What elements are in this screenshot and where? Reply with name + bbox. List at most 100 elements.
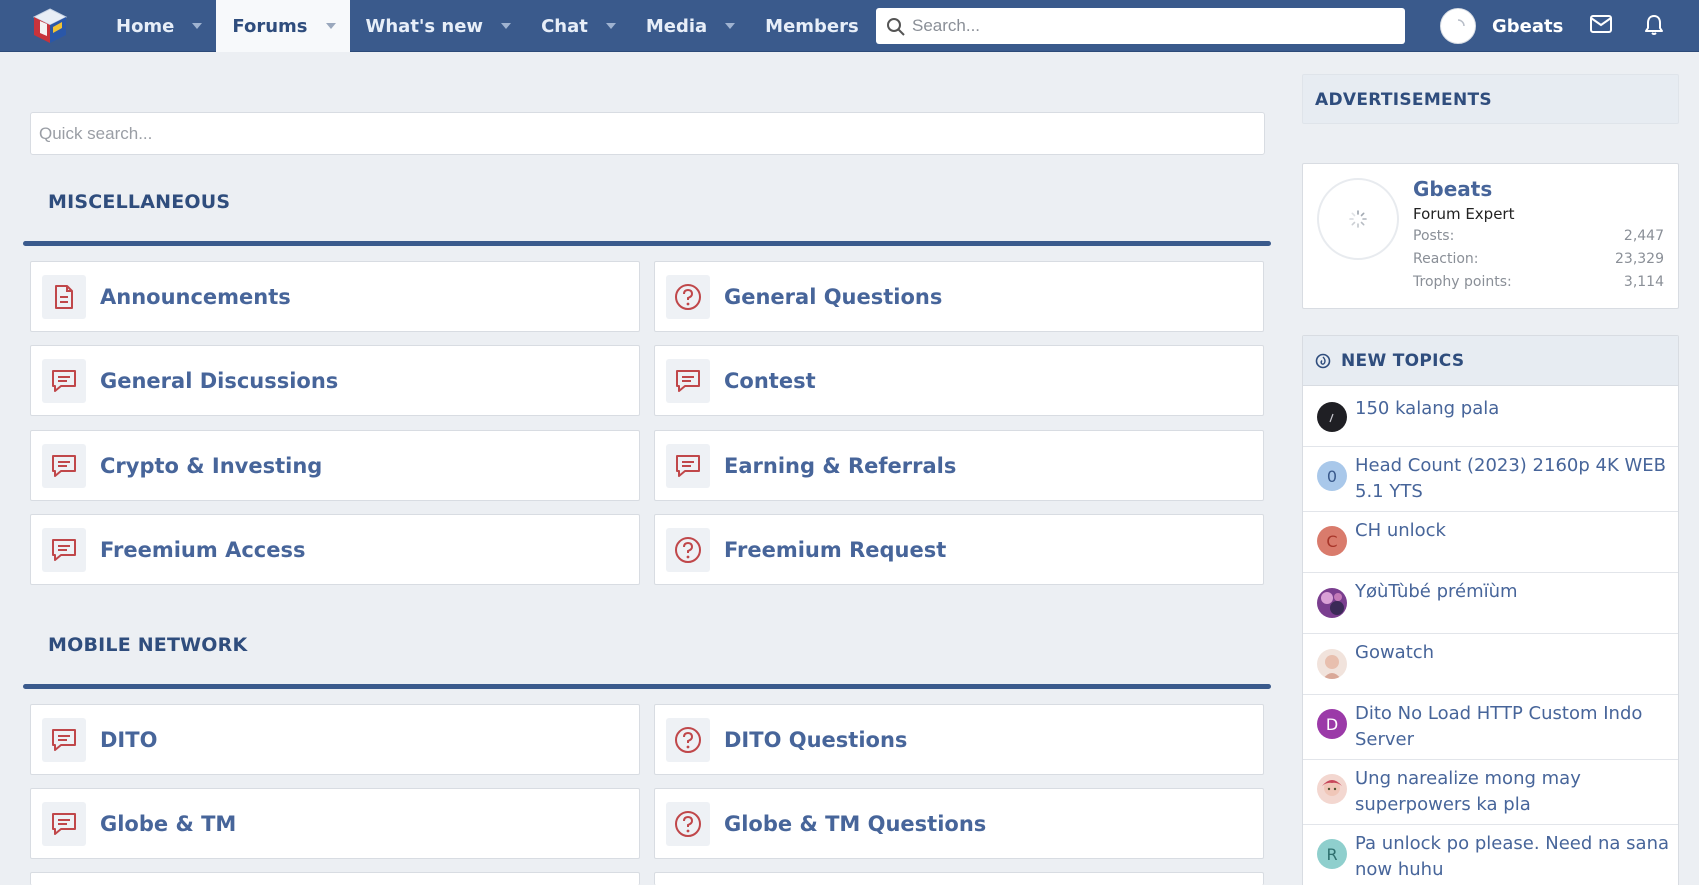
tab-whats-new-label: What's new: [365, 15, 484, 37]
tab-home[interactable]: Home: [100, 0, 216, 52]
topic-title[interactable]: Ung narealize mong may superpowers ka pl…: [1355, 766, 1670, 818]
avatar[interactable]: 0: [1317, 461, 1347, 491]
new-topics-block: NEW TOPICS 150 kalang pala 0 Head Count …: [1302, 335, 1679, 885]
forum-dito-questions[interactable]: DITO Questions: [654, 704, 1264, 775]
document-icon: [42, 274, 86, 319]
avatar[interactable]: [1317, 588, 1347, 618]
user-menu[interactable]: Gbeats: [1440, 8, 1563, 44]
advertisements-title: ADVERTISEMENTS: [1315, 90, 1492, 110]
chat-icon: [42, 527, 86, 572]
section-title-mobile-network: MOBILE NETWORK: [48, 634, 248, 656]
forum-label[interactable]: DITO Questions: [724, 728, 907, 752]
chevron-down-icon[interactable]: [725, 23, 736, 29]
tab-forums-label: Forums: [232, 15, 308, 37]
topic-title[interactable]: Dito No Load HTTP Custom Indo Server: [1355, 701, 1670, 753]
quick-search: [30, 112, 1265, 155]
avatar[interactable]: [1317, 649, 1347, 679]
forum-label[interactable]: DITO: [100, 728, 157, 752]
chevron-down-icon[interactable]: [192, 23, 203, 29]
forum-label[interactable]: Globe & TM: [100, 812, 236, 836]
forum-card-partial[interactable]: [30, 872, 640, 885]
tab-home-label: Home: [116, 15, 175, 37]
forum-label[interactable]: General Discussions: [100, 369, 338, 393]
list-item[interactable]: Gowatch: [1303, 634, 1678, 695]
forum-freemium-access[interactable]: Freemium Access: [30, 514, 640, 585]
tab-chat[interactable]: Chat: [525, 0, 630, 52]
forum-earning-referrals[interactable]: Earning & Referrals: [654, 430, 1264, 501]
profile-name[interactable]: Gbeats: [1413, 177, 1492, 201]
forum-label[interactable]: Earning & Referrals: [724, 454, 956, 478]
forum-label[interactable]: General Questions: [724, 285, 942, 309]
list-item[interactable]: 0 Head Count (2023) 2160p 4K WEB 5.1 YTS: [1303, 447, 1678, 512]
list-item[interactable]: Ung narealize mong may superpowers ka pl…: [1303, 760, 1678, 825]
question-icon: [666, 527, 710, 572]
topic-title[interactable]: Pa unlock po please. Need na sana now hu…: [1355, 831, 1670, 883]
forum-crypto-investing[interactable]: Crypto & Investing: [30, 430, 640, 501]
stat-reaction: Reaction: 23,329: [1413, 251, 1664, 267]
new-topics-header: NEW TOPICS: [1303, 336, 1678, 386]
forum-globe-tm-questions[interactable]: Globe & TM Questions: [654, 788, 1264, 859]
tab-media-label: Media: [645, 15, 708, 37]
inbox-icon[interactable]: [1590, 15, 1612, 33]
new-topics-title: NEW TOPICS: [1341, 350, 1465, 371]
chat-icon: [42, 801, 86, 846]
topic-title[interactable]: Gowatch: [1355, 640, 1670, 666]
chat-icon: [42, 443, 86, 488]
avatar[interactable]: [1317, 178, 1399, 260]
loading-spinner-icon: [1349, 210, 1367, 228]
search-input[interactable]: [912, 16, 1405, 36]
chat-icon: [42, 717, 86, 762]
avatar[interactable]: [1317, 402, 1347, 432]
forum-card-partial[interactable]: [654, 872, 1264, 885]
forum-announcements[interactable]: Announcements: [30, 261, 640, 332]
forum-label[interactable]: Freemium Access: [100, 538, 305, 562]
question-icon: [666, 274, 710, 319]
avatar[interactable]: [1317, 774, 1347, 804]
list-item[interactable]: C CH unlock: [1303, 512, 1678, 573]
topic-title[interactable]: CH unlock: [1355, 518, 1670, 544]
topic-title[interactable]: Head Count (2023) 2160p 4K WEB 5.1 YTS: [1355, 453, 1670, 505]
avatar[interactable]: D: [1317, 709, 1347, 739]
stat-label: Trophy points:: [1413, 274, 1512, 290]
forum-general-discussions[interactable]: General Discussions: [30, 345, 640, 416]
tab-forums[interactable]: Forums: [216, 0, 350, 52]
nav-tabs: Home Forums What's new Chat Media Member…: [100, 0, 901, 52]
stat-trophy-points: Trophy points: 3,114: [1413, 274, 1664, 290]
tab-chat-label: Chat: [541, 15, 588, 37]
forum-globe-tm[interactable]: Globe & TM: [30, 788, 640, 859]
advertisements-block: ADVERTISEMENTS: [1302, 74, 1679, 124]
list-item[interactable]: D Dito No Load HTTP Custom Indo Server: [1303, 695, 1678, 760]
forum-label[interactable]: Crypto & Investing: [100, 454, 322, 478]
forum-freemium-request[interactable]: Freemium Request: [654, 514, 1264, 585]
forum-label[interactable]: Globe & TM Questions: [724, 812, 986, 836]
top-navigation-bar: Home Forums What's new Chat Media Member…: [0, 0, 1699, 52]
forum-label[interactable]: Contest: [724, 369, 816, 393]
avatar[interactable]: R: [1317, 839, 1347, 869]
topic-title[interactable]: 150 kalang pala: [1355, 396, 1670, 422]
bell-icon[interactable]: [1644, 14, 1664, 36]
quick-search-input[interactable]: [39, 123, 1264, 144]
avatar[interactable]: [1440, 8, 1476, 44]
list-item[interactable]: 150 kalang pala: [1303, 386, 1678, 447]
avatar[interactable]: C: [1317, 526, 1347, 556]
forum-contest[interactable]: Contest: [654, 345, 1264, 416]
forum-label[interactable]: Freemium Request: [724, 538, 946, 562]
loading-icon: [1457, 19, 1465, 27]
username[interactable]: Gbeats: [1492, 16, 1563, 37]
stat-value: 3,114: [1623, 274, 1664, 290]
chevron-down-icon[interactable]: [325, 23, 336, 29]
site-logo[interactable]: [0, 0, 100, 52]
section-divider: [23, 241, 1271, 246]
list-item[interactable]: YøùTùbé prémïùm: [1303, 573, 1678, 634]
chevron-down-icon[interactable]: [501, 23, 512, 29]
forum-label[interactable]: Announcements: [100, 285, 291, 309]
profile-card: Gbeats Forum Expert Posts: 2,447 Reactio…: [1302, 163, 1679, 309]
forum-general-questions[interactable]: General Questions: [654, 261, 1264, 332]
topic-title[interactable]: YøùTùbé prémïùm: [1355, 579, 1670, 605]
profile-role: Forum Expert: [1413, 205, 1515, 223]
list-item[interactable]: R Pa unlock po please. Need na sana now …: [1303, 825, 1678, 885]
tab-media[interactable]: Media: [630, 0, 749, 52]
forum-dito[interactable]: DITO: [30, 704, 640, 775]
tab-whats-new[interactable]: What's new: [350, 0, 526, 52]
chevron-down-icon[interactable]: [605, 23, 616, 29]
